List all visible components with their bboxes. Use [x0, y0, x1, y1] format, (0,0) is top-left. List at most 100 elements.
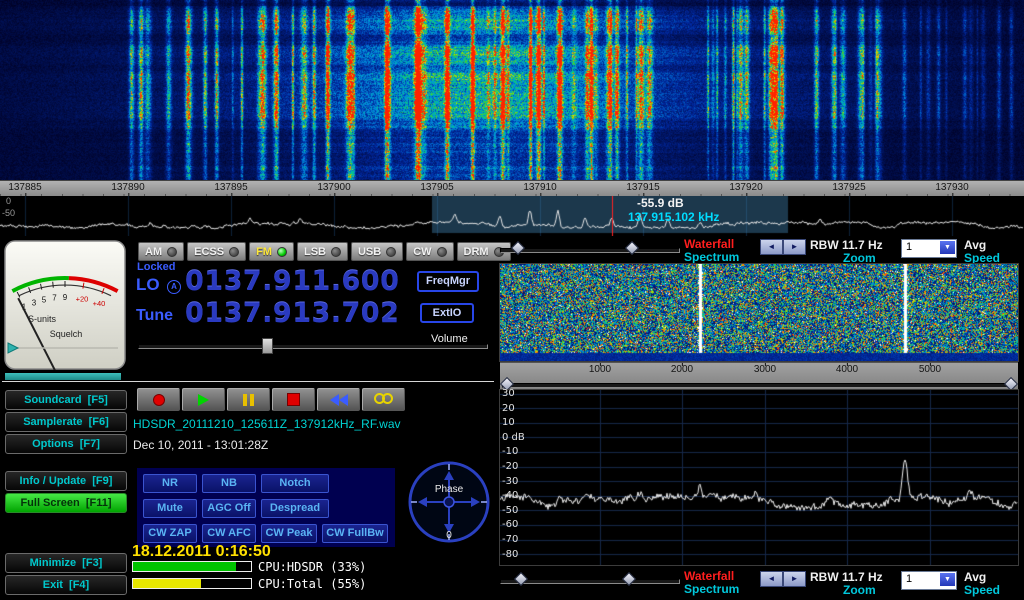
meter-scale-9: 9	[63, 293, 68, 302]
cpu-total-bar	[132, 578, 252, 589]
freqmgr-button[interactable]: FreqMgr	[417, 271, 479, 292]
cw-afc-button[interactable]: CW AFC	[202, 524, 256, 543]
mode-fm-button[interactable]: FM	[249, 242, 294, 261]
mode-cw-button[interactable]: CW	[406, 242, 453, 261]
spectrum-tab-bottom[interactable]: Spectrum	[684, 582, 739, 596]
phase-dial[interactable]: Phase 0	[406, 459, 492, 545]
notch-button[interactable]: Notch	[261, 474, 329, 493]
waterfall-tab[interactable]: Waterfall	[684, 237, 734, 251]
s-units-label: S-units	[28, 314, 57, 324]
tune-label: Tune	[136, 307, 173, 325]
minimize-button[interactable]: Minimize [F3]	[5, 553, 127, 573]
volume-slider-track[interactable]	[138, 344, 488, 349]
rewind-button[interactable]	[317, 388, 360, 411]
avg-select[interactable]: 1 ▼	[901, 239, 957, 258]
dropdown-arrow-icon[interactable]: ▼	[940, 241, 955, 254]
mode-label: DRM	[464, 246, 489, 258]
waterfall-tab-bottom[interactable]: Waterfall	[684, 569, 734, 583]
meter-scale-20: +20	[76, 294, 89, 303]
soundcard-button[interactable]: Soundcard [F5]	[5, 390, 127, 410]
slider-track[interactable]	[500, 248, 680, 253]
pause-button[interactable]	[227, 388, 270, 411]
cw-fullbw-button[interactable]: CW FullBw	[322, 524, 388, 543]
spectrum-contrast-slider[interactable]	[500, 569, 680, 591]
mode-led	[277, 247, 287, 257]
record-icon	[153, 394, 165, 406]
record-button[interactable]	[137, 388, 180, 411]
cpu-total-text: CPU:Total (55%)	[258, 577, 366, 591]
spectrum-tab[interactable]: Spectrum	[684, 250, 739, 264]
phase-label: Phase	[435, 484, 464, 495]
waterfall-contrast-slider[interactable]	[500, 238, 680, 260]
main-spectrum[interactable]	[0, 196, 1024, 236]
agc-button[interactable]: AGC Off	[202, 499, 256, 518]
mode-label: AM	[145, 246, 162, 258]
freq-tick-label: 137900	[317, 182, 350, 193]
mute-button[interactable]: Mute	[143, 499, 197, 518]
audio-frequency-scale[interactable]: 1000 2000 3000 4000 5000	[500, 362, 1018, 391]
meter-scale-7: 7	[52, 294, 57, 303]
meter-scale-40: +40	[93, 299, 106, 308]
mode-usb-button[interactable]: USB	[351, 242, 403, 261]
freq-tick-label: 137905	[420, 182, 453, 193]
shift-right-button[interactable]: ►	[783, 239, 806, 255]
s-meter[interactable]: 1 3 5 7 9 +20 +40 S-units Squelch	[4, 240, 126, 370]
db-axis-label: 10	[502, 417, 515, 428]
meter-scale-5: 5	[42, 295, 47, 304]
mode-label: FM	[256, 246, 272, 258]
samplerate-button[interactable]: Samplerate [F6]	[5, 412, 127, 432]
shift-left-button[interactable]: ◄	[760, 239, 783, 255]
cw-peak-button[interactable]: CW Peak	[261, 524, 317, 543]
wav-file-name: HDSDR_20111210_125611Z_137912kHz_RF.wav	[133, 417, 401, 431]
volume-slider-thumb[interactable]	[262, 338, 273, 354]
cpu-total-bar-fill	[133, 579, 201, 588]
divider-line	[2, 381, 494, 382]
mode-label: LSB	[304, 246, 326, 258]
audio-waterfall[interactable]	[499, 263, 1019, 362]
stop-button[interactable]	[272, 388, 315, 411]
tune-frequency-display[interactable]: 0137.913.702	[185, 298, 399, 329]
datetime-display: 18.12.2011 0:16:50	[132, 543, 271, 561]
play-button[interactable]	[182, 388, 225, 411]
freq-tick-label: 137895	[214, 182, 247, 193]
info-update-button[interactable]: Info / Update [F9]	[5, 471, 127, 491]
spectrum-axis-label: -50	[2, 208, 15, 218]
exit-button[interactable]: Exit [F4]	[5, 575, 127, 595]
avg-label-bottom: Avg	[964, 570, 986, 584]
mode-am-button[interactable]: AM	[138, 242, 184, 261]
full-screen-button[interactable]: Full Screen [F11]	[5, 493, 127, 513]
db-axis-label: 0 dB	[502, 432, 525, 443]
loop-button[interactable]	[362, 388, 405, 411]
rbw-readout: RBW 11.7 Hz	[810, 238, 883, 252]
audio-freq-tick: 3000	[754, 364, 776, 375]
signal-level-bar	[5, 373, 121, 380]
range-slider-track[interactable]	[502, 383, 1016, 388]
options-button[interactable]: Options [F7]	[5, 434, 127, 454]
audio-spectrum[interactable]	[499, 389, 1019, 566]
audio-freq-tick: 5000	[919, 364, 941, 375]
main-waterfall[interactable]	[0, 0, 1024, 180]
db-axis-label: -80	[502, 549, 518, 560]
pause-icon	[243, 394, 254, 406]
mode-button-row: AM ECSS FM LSB USB CW DRM	[138, 242, 511, 261]
lo-frequency-display[interactable]: 0137.911.600	[185, 266, 399, 297]
db-axis-label: -30	[502, 476, 518, 487]
lo-lock-icon[interactable]: A	[167, 280, 181, 294]
shift-left-button-bottom[interactable]: ◄	[760, 571, 783, 587]
mode-lsb-button[interactable]: LSB	[297, 242, 348, 261]
cw-zap-button[interactable]: CW ZAP	[143, 524, 197, 543]
phase-center-dot	[444, 497, 454, 507]
nr-button[interactable]: NR	[143, 474, 197, 493]
freq-tick-label: 137920	[729, 182, 762, 193]
level-readout: -55.9 dB	[637, 196, 684, 210]
dropdown-arrow-icon[interactable]: ▼	[940, 573, 955, 586]
mode-ecss-button[interactable]: ECSS	[187, 242, 246, 261]
loop-icon	[374, 391, 393, 409]
shift-right-button-bottom[interactable]: ►	[783, 571, 806, 587]
extio-button[interactable]: ExtIO	[420, 303, 474, 323]
avg-select-bottom[interactable]: 1 ▼	[901, 571, 957, 590]
speed-label-bottom: Speed	[964, 583, 1000, 597]
despread-button[interactable]: Despread	[261, 499, 329, 518]
cpu-hdsdr-bar-fill	[133, 562, 236, 571]
nb-button[interactable]: NB	[202, 474, 256, 493]
